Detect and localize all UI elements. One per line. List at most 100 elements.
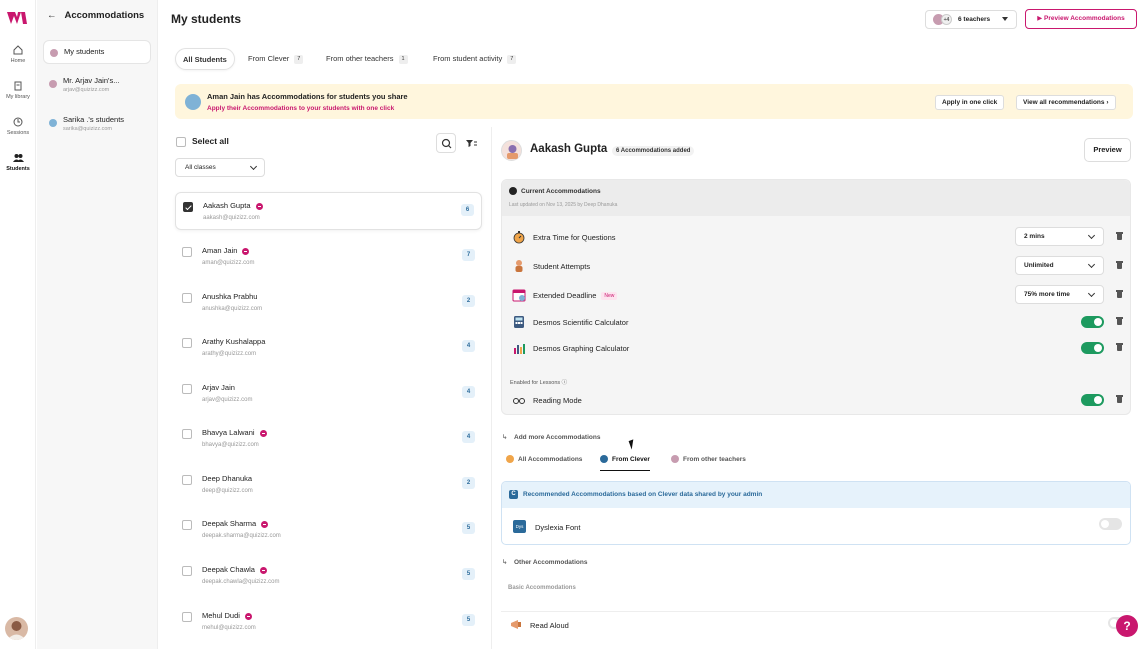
accommodation-label: Desmos Graphing Calculator bbox=[533, 344, 630, 353]
trash-icon[interactable] bbox=[1116, 290, 1123, 298]
select-all[interactable]: Select all bbox=[176, 136, 229, 147]
my-students-avatar bbox=[50, 49, 58, 57]
apply-one-click-button[interactable]: Apply in one click bbox=[935, 95, 1005, 110]
trash-icon[interactable] bbox=[1116, 343, 1123, 351]
classes-dropdown[interactable]: All classes bbox=[175, 158, 265, 177]
preview-button[interactable]: Preview bbox=[1084, 138, 1131, 162]
subtab-from-clever[interactable]: From Clever bbox=[600, 454, 650, 471]
accommodation-count: 5 bbox=[462, 522, 475, 534]
last-updated-text: Last updated on Nov 13, 2025 by Deep Dha… bbox=[509, 202, 618, 208]
search-button[interactable] bbox=[436, 133, 456, 153]
chevron-down-icon bbox=[1087, 231, 1096, 240]
rail-library-label: My library bbox=[6, 94, 30, 100]
accommodation-badge-icon bbox=[259, 566, 267, 574]
sidebar-item-my-students[interactable]: My students bbox=[43, 40, 151, 64]
teachers-icon bbox=[671, 455, 679, 463]
student-email: anushka@quizizz.com bbox=[202, 306, 263, 312]
tab-from-clever[interactable]: From Clever 7 bbox=[248, 48, 304, 70]
rail-library[interactable]: My library bbox=[0, 81, 36, 100]
rail-sessions[interactable]: Sessions bbox=[0, 117, 36, 136]
student-row[interactable]: Aakash Gupta aakash@quizizz.com 6 bbox=[175, 192, 482, 230]
accommodation-badge-icon bbox=[255, 202, 263, 210]
trash-icon[interactable] bbox=[1116, 317, 1123, 325]
accommodation-count: 4 bbox=[462, 386, 475, 398]
graphing-calculator-toggle[interactable] bbox=[1081, 342, 1104, 354]
rail-sessions-label: Sessions bbox=[6, 130, 30, 136]
accommodation-count: 4 bbox=[462, 431, 475, 443]
recommendation-banner: Aman Jain has Accommodations for student… bbox=[175, 84, 1133, 119]
sidebar-title: Accommodations bbox=[64, 10, 145, 21]
trash-icon[interactable] bbox=[1116, 232, 1123, 240]
sessions-icon bbox=[13, 117, 23, 127]
student-attempts-icon bbox=[515, 260, 523, 272]
help-button[interactable]: ? bbox=[1116, 615, 1138, 637]
teachers-dropdown[interactable]: +4 6 teachers bbox=[925, 10, 1017, 29]
student-row[interactable]: Arathy Kushalappa arathy@quizizz.com 4 bbox=[175, 329, 482, 367]
back-arrow-icon[interactable]: ← bbox=[47, 10, 57, 21]
student-row[interactable]: Deep Dhanuka deep@quizizz.com 2 bbox=[175, 466, 482, 504]
subtab-from-other-teachers[interactable]: From other teachers bbox=[671, 454, 746, 471]
basic-accommodations-heading: Basic Accommodations bbox=[508, 585, 576, 591]
student-checkbox[interactable] bbox=[182, 429, 192, 439]
preview-accommodations-button[interactable]: ▶ Preview Accommodations bbox=[1025, 9, 1137, 29]
student-row[interactable]: Arjav Jain arjav@quizizz.com 4 bbox=[175, 375, 482, 413]
tab-all-students[interactable]: All Students bbox=[175, 48, 235, 70]
search-icon bbox=[441, 138, 452, 149]
trash-icon[interactable] bbox=[1116, 395, 1123, 403]
student-checkbox[interactable] bbox=[182, 293, 192, 303]
student-checkbox[interactable] bbox=[183, 202, 193, 212]
student-row[interactable]: Bhavya Lalwani bhavya@quizizz.com 4 bbox=[175, 420, 482, 458]
student-email: aman@quizizz.com bbox=[202, 260, 255, 266]
student-email: arathy@quizizz.com bbox=[202, 351, 257, 357]
tab-count: 7 bbox=[294, 54, 304, 64]
student-email: deepak.sharma@quizizz.com bbox=[202, 533, 281, 539]
select-all-checkbox[interactable] bbox=[176, 136, 186, 147]
sidebar-item-sarika-students[interactable]: Sarika .'s students sarika@quizizz.com bbox=[43, 109, 151, 138]
user-avatar[interactable] bbox=[5, 617, 28, 640]
student-checkbox[interactable] bbox=[182, 520, 192, 530]
dyslexia-font-toggle[interactable] bbox=[1099, 518, 1122, 530]
extra-time-select[interactable]: 2 mins bbox=[1015, 227, 1104, 246]
student-email: mehul@quizizz.com bbox=[202, 625, 256, 631]
student-row[interactable]: Deepak Chawla deepak.chawla@quizizz.com … bbox=[175, 557, 482, 595]
student-attempts-select[interactable]: Unlimited bbox=[1015, 256, 1104, 275]
accommodation-count: 2 bbox=[462, 295, 475, 307]
tab-count: 7 bbox=[507, 54, 517, 64]
student-row[interactable]: Anushka Prabhu anushka@quizizz.com 2 bbox=[175, 284, 482, 322]
scientific-calculator-toggle[interactable] bbox=[1081, 316, 1104, 328]
wayground-logo-icon[interactable] bbox=[7, 11, 27, 25]
student-row[interactable]: Aman Jain aman@quizizz.com 7 bbox=[175, 238, 482, 276]
tab-from-student-activity[interactable]: From student activity 7 bbox=[433, 48, 517, 70]
tab-from-other-teachers[interactable]: From other teachers 1 bbox=[326, 48, 408, 70]
subtab-label: From other teachers bbox=[683, 456, 746, 463]
student-name: Mehul Dudi bbox=[202, 611, 240, 620]
student-email: deepak.chawla@quizizz.com bbox=[202, 579, 280, 585]
teacher-avatar bbox=[49, 119, 57, 127]
classes-label: All classes bbox=[185, 164, 216, 171]
sidebar-item-arjav-students[interactable]: Mr. Arjav Jain's... arjav@quizizz.com bbox=[43, 70, 151, 99]
extended-deadline-select[interactable]: 75% more time bbox=[1015, 285, 1104, 304]
student-checkbox[interactable] bbox=[182, 612, 192, 622]
subtab-all-accommodations[interactable]: All Accommodations bbox=[506, 454, 582, 471]
banner-subtitle[interactable]: Apply their Accommodations to your stude… bbox=[207, 105, 394, 112]
student-email: arjav@quizizz.com bbox=[202, 397, 253, 403]
library-icon bbox=[14, 81, 22, 91]
student-row[interactable]: Mehul Dudi mehul@quizizz.com 5 bbox=[175, 603, 482, 641]
select-value: Unlimited bbox=[1024, 262, 1054, 269]
student-row[interactable]: Deepak Sharma deepak.sharma@quizizz.com … bbox=[175, 511, 482, 549]
view-all-recommendations-button[interactable]: View all recommendations › bbox=[1016, 95, 1116, 110]
sidebar-item-label: Mr. Arjav Jain's... bbox=[63, 76, 120, 85]
student-checkbox[interactable] bbox=[182, 338, 192, 348]
rail-students[interactable]: Students bbox=[0, 153, 36, 172]
check-circle-icon bbox=[509, 187, 517, 195]
student-checkbox[interactable] bbox=[182, 247, 192, 257]
rail-home[interactable]: Home bbox=[0, 45, 36, 64]
subtab-label: From Clever bbox=[612, 456, 650, 463]
student-checkbox[interactable] bbox=[182, 566, 192, 576]
student-checkbox[interactable] bbox=[182, 384, 192, 394]
trash-icon[interactable] bbox=[1116, 261, 1123, 269]
filter-button[interactable] bbox=[464, 136, 478, 150]
add-more-accommodations: Add more Accommodations bbox=[502, 433, 600, 441]
student-checkbox[interactable] bbox=[182, 475, 192, 485]
reading-mode-toggle[interactable] bbox=[1081, 394, 1104, 406]
